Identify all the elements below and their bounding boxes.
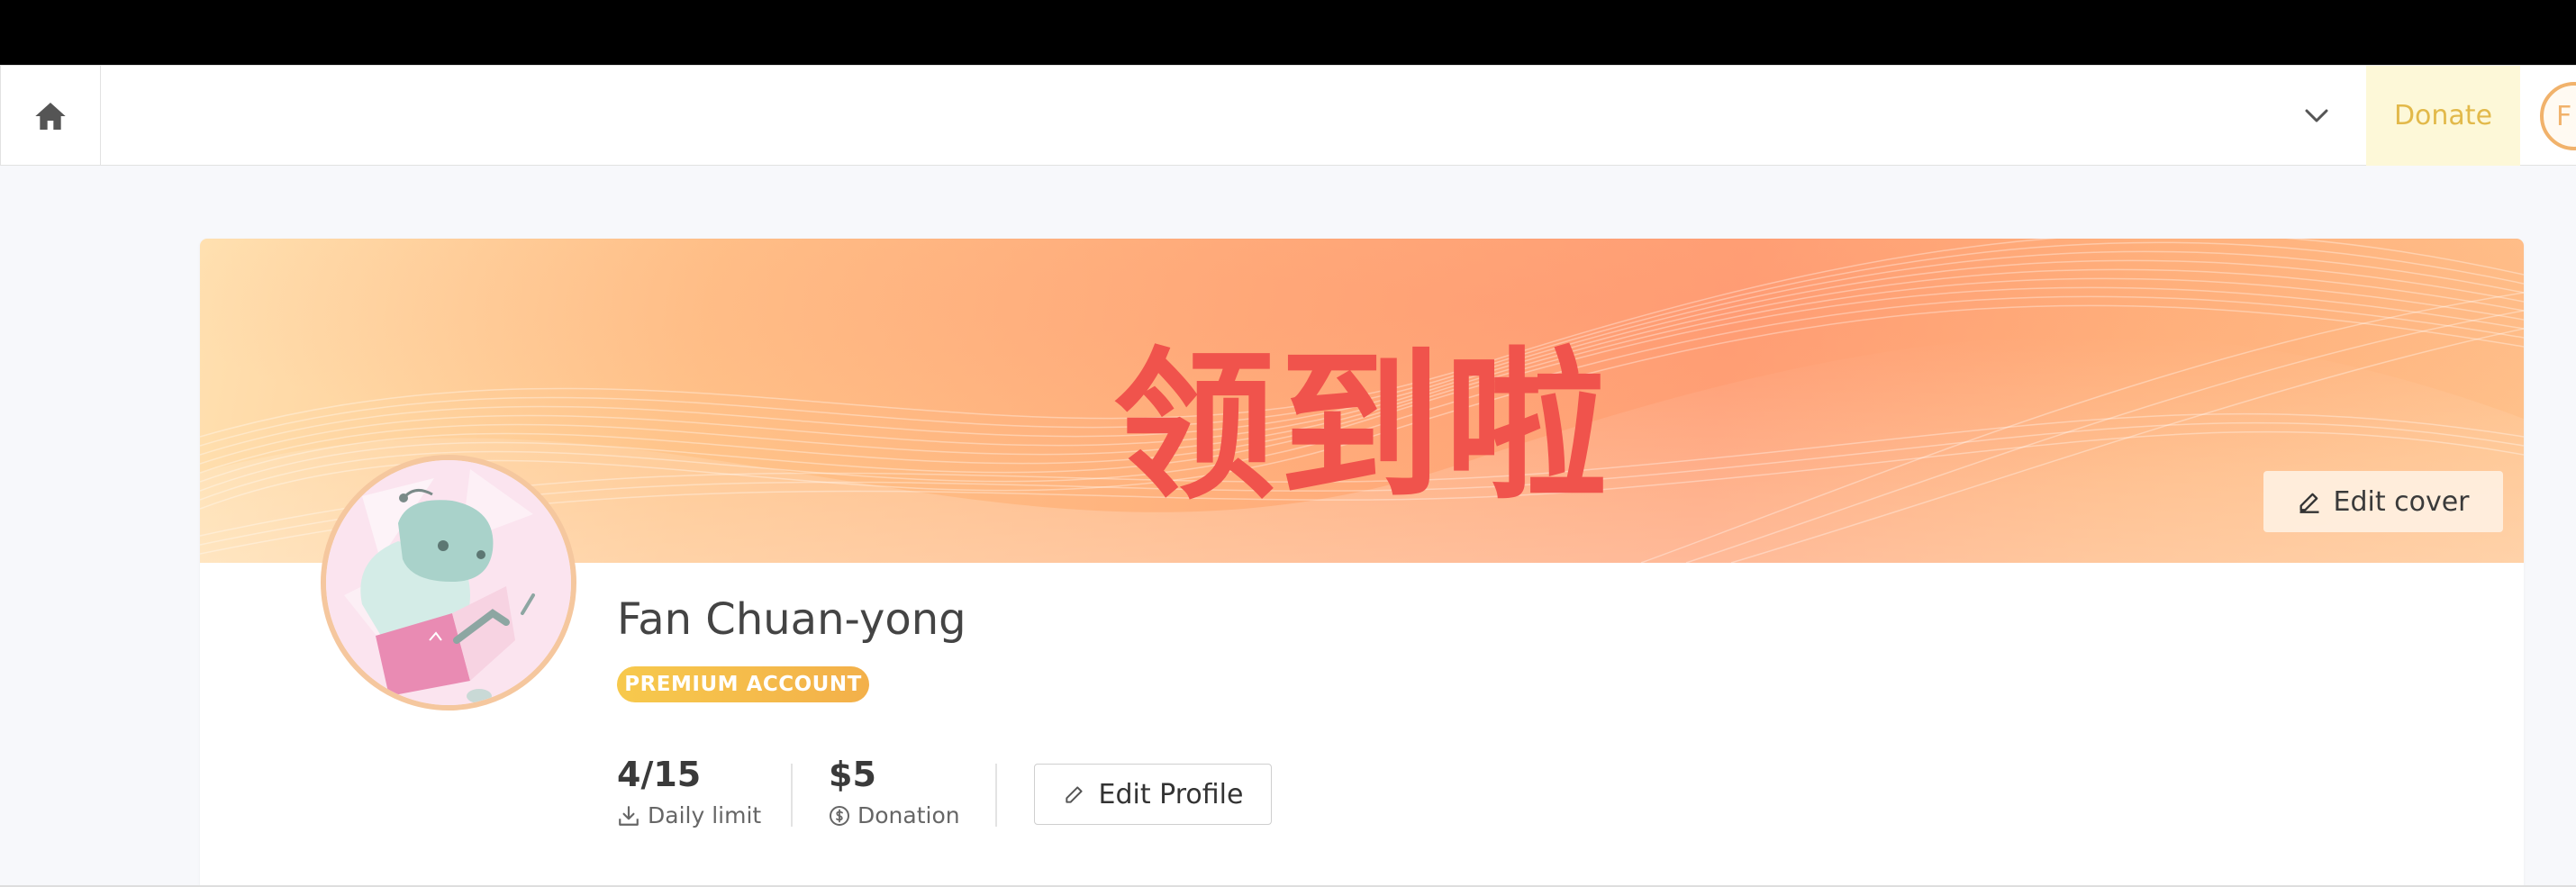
stat-daily-limit: 4/15 Daily limit — [617, 752, 761, 828]
stat-divider — [791, 764, 793, 827]
avatar-initial: F — [2556, 100, 2572, 132]
edit-cover-button[interactable]: Edit cover — [2263, 471, 2503, 532]
edit-profile-button[interactable]: Edit Profile — [1034, 764, 1272, 825]
download-icon — [619, 805, 639, 826]
stat-value: 4/15 — [617, 755, 702, 794]
dropdown-toggle[interactable] — [2288, 91, 2345, 141]
home-button[interactable] — [0, 66, 101, 166]
stat-label: Donation — [857, 802, 960, 828]
stat-divider — [995, 764, 997, 827]
chevron-down-icon — [2305, 109, 2328, 122]
top-black-strip — [0, 0, 2576, 65]
donate-button[interactable]: Donate — [2366, 66, 2520, 166]
top-navbar: Donate F — [0, 65, 2576, 166]
profile-name: Fan Chuan-yong — [617, 594, 966, 645]
stat-label-row: Daily limit — [617, 802, 761, 828]
premium-badge: PREMIUM ACCOUNT — [617, 666, 869, 702]
stat-label: Daily limit — [648, 802, 762, 828]
pencil-icon — [1065, 786, 1083, 803]
profile-avatar[interactable] — [321, 455, 576, 711]
stat-donation: $5 Donation — [829, 752, 960, 828]
user-avatar-button[interactable]: F — [2540, 82, 2576, 150]
stat-label-row: Donation — [829, 802, 960, 828]
robot-reading-illustration — [326, 460, 571, 705]
edit-profile-label: Edit Profile — [1098, 778, 1244, 810]
pencil-icon — [2299, 493, 2319, 513]
edit-cover-label: Edit cover — [2333, 485, 2470, 518]
home-icon — [35, 102, 66, 130]
stat-value: $5 — [829, 755, 876, 794]
dollar-circle-icon — [830, 805, 849, 826]
cover-title-text: 领到啦 — [1112, 333, 1610, 521]
